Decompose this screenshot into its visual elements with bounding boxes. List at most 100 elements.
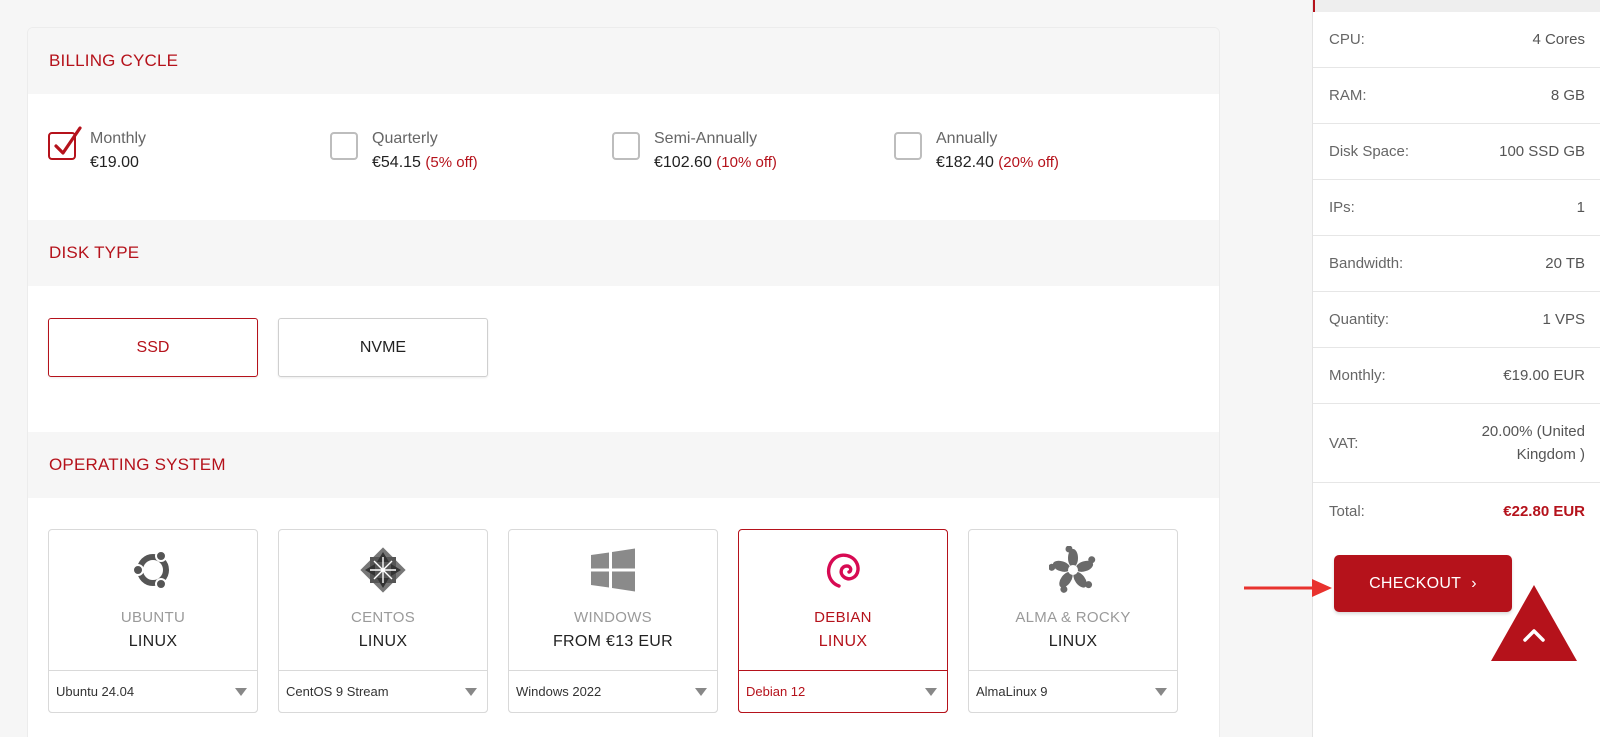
billing-option-quarterly[interactable]: Quarterly €54.15 (5% off) xyxy=(330,129,478,174)
billing-option-semi-annually[interactable]: Semi-Annually €102.60 (10% off) xyxy=(612,129,777,174)
windows-icon xyxy=(591,548,635,592)
billing-option-price: €102.60 xyxy=(654,154,712,171)
summary-row-vat: VAT: 20.00% (United Kingdom ) xyxy=(1312,404,1600,483)
summary-label: Quantity: xyxy=(1329,311,1390,328)
summary-value: 20 TB xyxy=(1545,255,1585,272)
os-card-windows[interactable]: WINDOWS FROM €13 EUR Windows 2022 xyxy=(508,529,718,713)
os-name: WINDOWS xyxy=(574,609,652,626)
os-subtitle: LINUX xyxy=(128,633,178,650)
os-version-value: AlmaLinux 9 xyxy=(976,684,1048,699)
scroll-to-top-button[interactable] xyxy=(1489,583,1579,663)
summary-value: €19.00 EUR xyxy=(1503,367,1585,384)
os-version-value: CentOS 9 Stream xyxy=(286,684,389,699)
summary-row-bandwidth: Bandwidth: 20 TB xyxy=(1312,236,1600,292)
billing-option-discount: (10% off) xyxy=(716,154,777,171)
checkout-button[interactable]: CHECKOUT › xyxy=(1334,555,1512,612)
dropdown-arrow-icon xyxy=(235,688,247,696)
disk-type-header: DISK TYPE xyxy=(28,220,1219,286)
os-card-alma-rocky[interactable]: ALMA & ROCKY LINUX AlmaLinux 9 xyxy=(968,529,1178,713)
summary-row-ips: IPs: 1 xyxy=(1312,180,1600,236)
billing-cycle-options: Monthly €19.00 Quarterly €54.15 (5% off)… xyxy=(28,94,1219,220)
summary-label: Bandwidth: xyxy=(1329,255,1404,272)
summary-row-quantity: Quantity: 1 VPS xyxy=(1312,292,1600,348)
os-subtitle: FROM €13 EUR xyxy=(552,633,674,650)
summary-label: Total: xyxy=(1329,502,1365,520)
summary-value: 4 Cores xyxy=(1532,31,1585,48)
os-version-value: Debian 12 xyxy=(746,684,806,699)
quarterly-checkbox[interactable] xyxy=(330,132,358,160)
summary-value: 8 GB xyxy=(1550,87,1585,104)
disk-option-nvme[interactable]: NVME xyxy=(278,318,488,377)
billing-cycle-title: BILLING CYCLE xyxy=(49,51,179,70)
os-subtitle: LINUX xyxy=(818,633,868,650)
os-version-select-debian[interactable]: Debian 12 xyxy=(738,670,948,713)
billing-option-discount: (5% off) xyxy=(425,154,478,171)
os-name: CENTOS xyxy=(350,609,416,626)
billing-option-price: €54.15 xyxy=(372,154,421,171)
billing-option-name: Quarterly xyxy=(372,130,438,147)
os-subtitle: LINUX xyxy=(1048,633,1098,650)
summary-divider xyxy=(1312,0,1313,737)
billing-option-monthly[interactable]: Monthly €19.00 xyxy=(48,126,147,174)
os-name: UBUNTU xyxy=(120,609,186,626)
summary-label: RAM: xyxy=(1329,87,1367,104)
os-card-centos[interactable]: CENTOS LINUX CentOS 9 Stream xyxy=(278,529,488,713)
operating-system-header: OPERATING SYSTEM xyxy=(28,432,1219,498)
os-subtitle: LINUX xyxy=(358,633,408,650)
os-name: DEBIAN xyxy=(814,609,872,626)
dropdown-arrow-icon xyxy=(1155,688,1167,696)
billing-option-annually[interactable]: Annually €182.40 (20% off) xyxy=(894,129,1059,174)
operating-system-options: UBUNTU LINUX Ubuntu 24.04 CENTOS LINUX C… xyxy=(28,498,1219,737)
os-version-select-windows[interactable]: Windows 2022 xyxy=(508,670,718,713)
summary-value: 20.00% (United Kingdom ) xyxy=(1481,423,1585,463)
configuration-panel: BILLING CYCLE Monthly €19.00 Quarterly €… xyxy=(27,27,1220,737)
checkout-label: CHECKOUT xyxy=(1369,574,1462,592)
summary-value: 100 SSD GB xyxy=(1499,143,1585,160)
os-card-ubuntu[interactable]: UBUNTU LINUX Ubuntu 24.04 xyxy=(48,529,258,713)
summary-top-bar xyxy=(1312,0,1600,12)
disk-type-title: DISK TYPE xyxy=(49,243,140,262)
dropdown-arrow-icon xyxy=(925,688,937,696)
summary-row-ram: RAM: 8 GB xyxy=(1312,68,1600,124)
billing-option-name: Annually xyxy=(936,130,998,147)
os-version-value: Ubuntu 24.04 xyxy=(56,684,135,699)
disk-option-ssd[interactable]: SSD xyxy=(48,318,258,377)
semi-annually-checkbox[interactable] xyxy=(612,132,640,160)
summary-row-disk-space: Disk Space: 100 SSD GB xyxy=(1312,124,1600,180)
summary-total-value: €22.80 EUR xyxy=(1503,502,1585,520)
checkmark-icon xyxy=(54,126,82,155)
billing-cycle-header: BILLING CYCLE xyxy=(28,28,1219,94)
os-version-select-almalinux[interactable]: AlmaLinux 9 xyxy=(968,670,1178,713)
arrow-right-icon xyxy=(1244,579,1332,597)
summary-row-total: Total: €22.80 EUR xyxy=(1312,483,1600,539)
billing-option-name: Semi-Annually xyxy=(654,130,758,147)
summary-row-monthly: Monthly: €19.00 EUR xyxy=(1312,348,1600,404)
dropdown-arrow-icon xyxy=(465,688,477,696)
monthly-checkbox[interactable] xyxy=(48,126,82,160)
almalinux-icon xyxy=(1049,546,1096,593)
ubuntu-icon xyxy=(132,550,169,590)
summary-value: 1 VPS xyxy=(1542,311,1585,328)
os-version-select-ubuntu[interactable]: Ubuntu 24.04 xyxy=(48,670,258,713)
os-version-value: Windows 2022 xyxy=(516,684,602,699)
debian-icon xyxy=(827,553,860,588)
centos-icon xyxy=(360,547,406,593)
summary-label: VAT: xyxy=(1329,434,1359,452)
dropdown-arrow-icon xyxy=(695,688,707,696)
os-version-select-centos[interactable]: CentOS 9 Stream xyxy=(278,670,488,713)
chevron-right-icon: › xyxy=(1471,574,1477,592)
os-name: ALMA & ROCKY xyxy=(1015,609,1131,626)
disk-type-options: SSD NVME xyxy=(28,286,1219,432)
summary-label: Disk Space: xyxy=(1329,143,1410,160)
annually-checkbox[interactable] xyxy=(894,132,922,160)
billing-option-price: €19.00 xyxy=(90,154,139,171)
os-card-debian[interactable]: DEBIAN LINUX Debian 12 xyxy=(738,529,948,713)
summary-label: IPs: xyxy=(1329,199,1355,216)
summary-row-cpu: CPU: 4 Cores xyxy=(1312,12,1600,68)
billing-option-name: Monthly xyxy=(90,130,147,147)
operating-system-title: OPERATING SYSTEM xyxy=(49,455,226,474)
summary-value: 1 xyxy=(1576,199,1585,216)
billing-option-discount: (20% off) xyxy=(998,154,1059,171)
summary-label: CPU: xyxy=(1329,31,1365,48)
summary-label: Monthly: xyxy=(1329,367,1386,384)
